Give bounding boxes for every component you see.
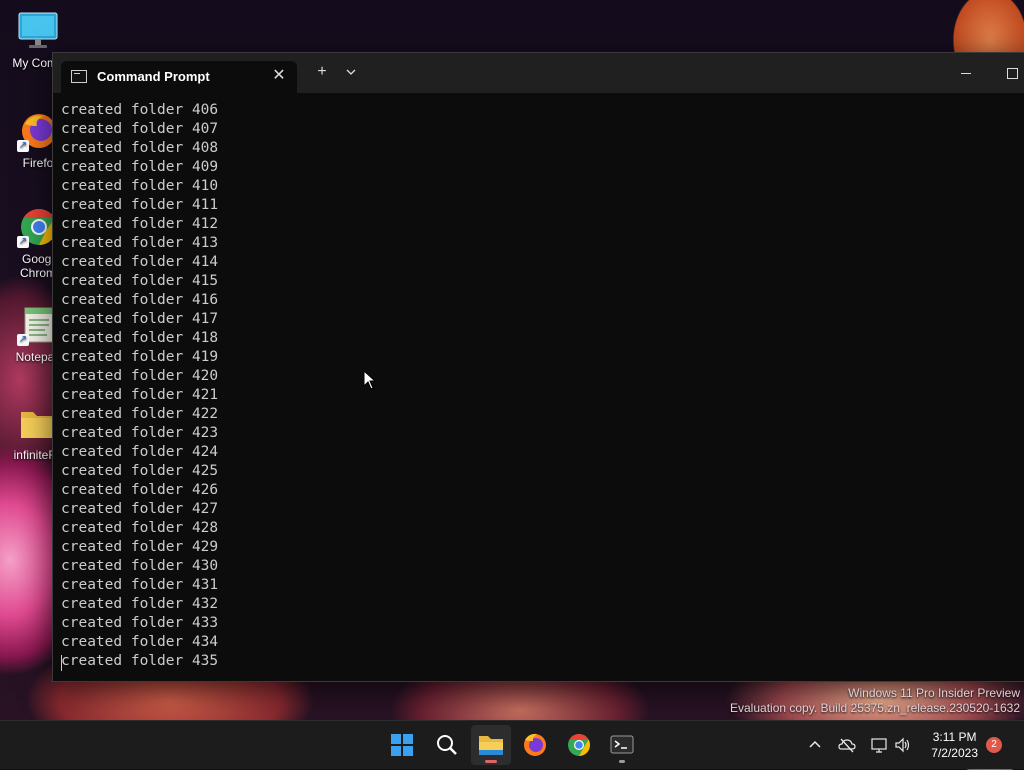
- new-tab-button[interactable]: +: [312, 63, 332, 81]
- monitor-icon: [17, 10, 59, 52]
- console-line: created folder 428: [61, 520, 219, 536]
- console-output[interactable]: created folder 406 created folder 407 crea…: [53, 93, 1024, 681]
- console-line: created folder 409: [61, 159, 219, 175]
- windows-watermark: Windows 11 Pro Insider Preview Evaluatio…: [730, 686, 1020, 716]
- console-line: created folder 429: [61, 539, 219, 555]
- firefox-icon: [524, 733, 546, 756]
- tab-title: Command Prompt: [97, 69, 210, 84]
- shortcut-arrow-icon: ↗: [17, 236, 29, 248]
- console-line: created folder 418: [61, 330, 219, 346]
- active-indicator: [485, 760, 497, 763]
- onedrive-offline-icon[interactable]: [838, 736, 856, 754]
- minimize-button[interactable]: [951, 63, 981, 83]
- console-line: created folder 435: [61, 653, 219, 669]
- taskbar: 3:11 PM 7/2/2023 2: [0, 720, 1024, 769]
- console-line: created folder 416: [61, 292, 219, 308]
- console-line: created folder 413: [61, 235, 219, 251]
- command-prompt-window[interactable]: Command Prompt ✕ + created folder 406 cre…: [52, 52, 1024, 682]
- console-line: created folder 412: [61, 216, 219, 232]
- maximize-button[interactable]: [997, 63, 1024, 83]
- console-line: created folder 431: [61, 577, 219, 593]
- terminal-icon: [610, 735, 634, 754]
- shortcut-arrow-icon: ↗: [17, 334, 29, 346]
- console-line: created folder 406: [61, 102, 219, 118]
- text-cursor: [61, 655, 62, 671]
- maximize-icon: [1007, 68, 1018, 79]
- running-indicator: [619, 760, 625, 763]
- taskbar-clock[interactable]: 3:11 PM 7/2/2023: [931, 729, 978, 761]
- console-line: created folder 430: [61, 558, 219, 574]
- notification-badge[interactable]: 2: [986, 737, 1002, 753]
- windows-start-icon: [391, 734, 413, 756]
- search-icon: [437, 735, 457, 755]
- console-line: created folder 410: [61, 178, 219, 194]
- cmd-icon: [71, 70, 87, 83]
- watermark-edition: Windows 11 Pro Insider Preview: [848, 686, 1020, 700]
- chrome-icon: [568, 734, 590, 756]
- shortcut-arrow-icon: ↗: [17, 140, 29, 152]
- console-line: created folder 423: [61, 425, 219, 441]
- start-button[interactable]: [382, 725, 422, 765]
- console-line: created folder 427: [61, 501, 219, 517]
- window-titlebar[interactable]: Command Prompt ✕ +: [53, 53, 1024, 93]
- watermark-build: Evaluation copy. Build 25375.zn_release.…: [730, 701, 1020, 715]
- console-line: created folder 424: [61, 444, 219, 460]
- file-explorer-button[interactable]: [471, 725, 511, 765]
- mouse-pointer-icon: [363, 370, 377, 390]
- console-line: created folder 434: [61, 634, 219, 650]
- console-line: created folder 419: [61, 349, 219, 365]
- console-line: created folder 415: [61, 273, 219, 289]
- console-line: created folder 433: [61, 615, 219, 631]
- chevron-down-icon: [346, 69, 356, 75]
- console-line: created folder 421: [61, 387, 219, 403]
- console-line: created folder 411: [61, 197, 219, 213]
- clock-date: 7/2/2023: [931, 746, 978, 760]
- search-button[interactable]: [427, 725, 467, 765]
- chevron-up-icon[interactable]: [808, 738, 822, 752]
- console-line: created folder 432: [61, 596, 219, 612]
- network-icon[interactable]: [870, 736, 888, 754]
- console-line: created folder 426: [61, 482, 219, 498]
- console-line: created folder 417: [61, 311, 219, 327]
- console-line: created folder 407: [61, 121, 219, 137]
- tab-command-prompt[interactable]: Command Prompt ✕: [61, 61, 297, 93]
- clock-time: 3:11 PM: [932, 730, 977, 744]
- firefox-taskbar-button[interactable]: [515, 725, 555, 765]
- file-explorer-icon: [479, 736, 503, 755]
- console-line: created folder 420: [61, 368, 219, 384]
- tab-close-button[interactable]: ✕: [269, 66, 289, 86]
- console-line: created folder 414: [61, 254, 219, 270]
- console-line: created folder 422: [61, 406, 219, 422]
- volume-icon[interactable]: [894, 736, 912, 754]
- console-line: created folder 425: [61, 463, 219, 479]
- minimize-icon: [961, 73, 971, 74]
- chrome-taskbar-button[interactable]: [559, 725, 599, 765]
- console-line: created folder 408: [61, 140, 219, 156]
- terminal-taskbar-button[interactable]: [602, 725, 642, 765]
- tab-dropdown-button[interactable]: [341, 65, 361, 83]
